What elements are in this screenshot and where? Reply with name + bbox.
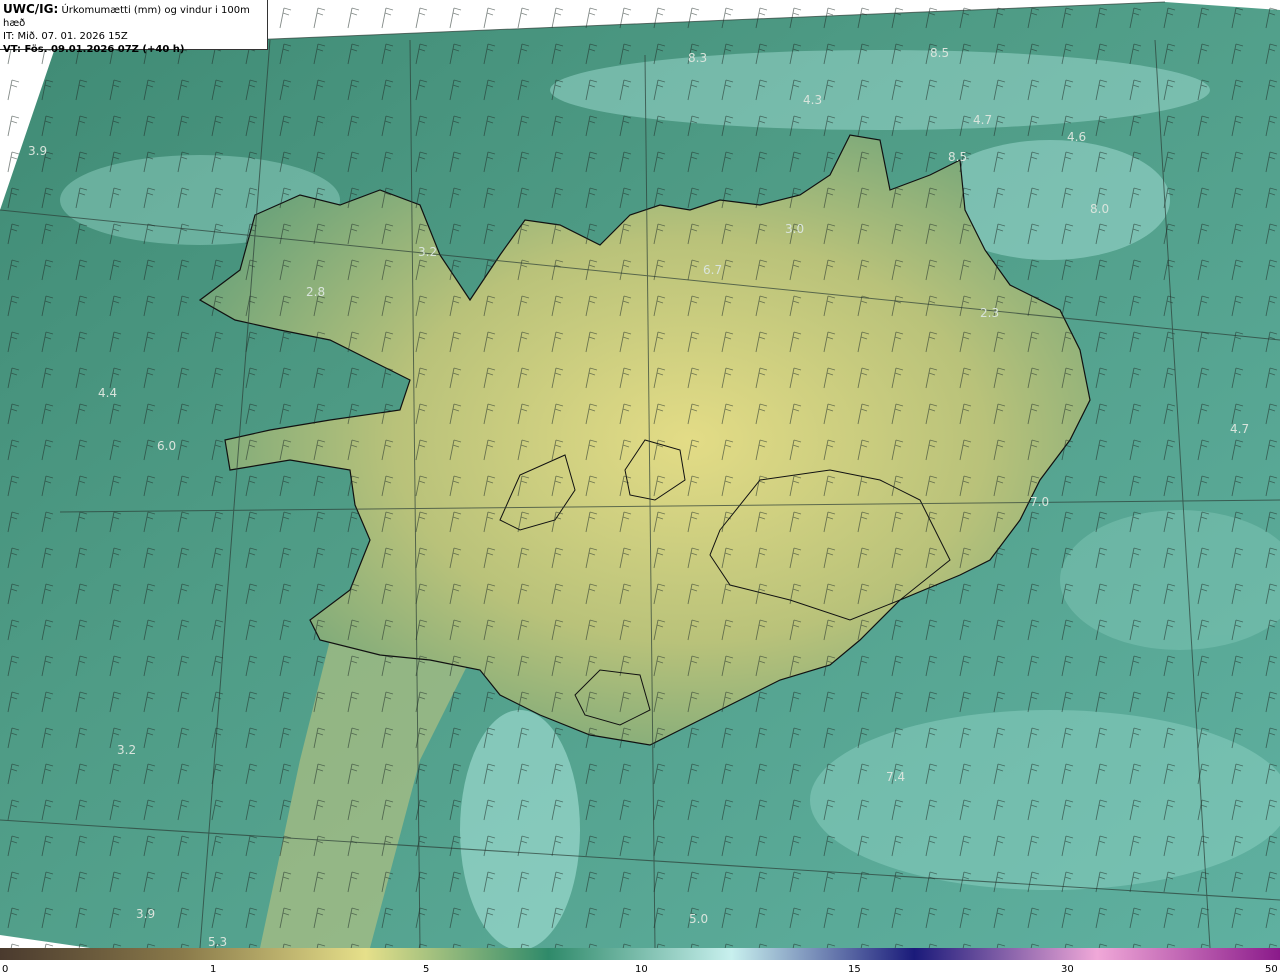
- map-value-label: 7.4: [886, 770, 905, 784]
- map-value-label: 7.0: [1030, 495, 1049, 509]
- map-value-label: 5.0: [689, 912, 708, 926]
- map-value-label: 5.3: [208, 935, 227, 948]
- map-value-label: 4.6: [1067, 130, 1086, 144]
- map-value-label: 4.7: [1230, 422, 1249, 436]
- map-value-label: 8.0: [1090, 202, 1109, 216]
- colorbar-tick-label: 5: [423, 964, 430, 975]
- map-value-label: 3.2: [117, 743, 136, 757]
- map-header: UWC/IG: Úrkomumætti (mm) og vindur i 100…: [0, 0, 268, 55]
- map-value-label: 4.3: [803, 93, 822, 107]
- colorbar-tick-label: 0: [2, 964, 9, 975]
- map-value-label: 8.3: [688, 51, 707, 65]
- map-value-label: 4.7: [973, 113, 992, 127]
- map-value-label: 3.2: [418, 245, 437, 259]
- colorbar-tick-label: 10: [635, 964, 648, 975]
- map-value-label: 6.0: [157, 439, 176, 453]
- map-value-label: 3.9: [136, 907, 155, 921]
- map-value-label: 3.0: [785, 222, 804, 236]
- weather-map: 8.3 4.3 8.5 4.7 4.6 3.9 8.5 8.0 3.2 3.0 6.7 2.8 2.3 4…: [0, 0, 1280, 948]
- colorbar-tick-label: 50: [1265, 964, 1278, 975]
- map-value-label: 2.8: [306, 285, 325, 299]
- colorbar-tick-label: 30: [1061, 964, 1074, 975]
- colorbar-ticks: 0 1 5 10 15 30 50: [0, 960, 1280, 978]
- colorbar-tick-label: 1: [210, 964, 217, 975]
- valid-time: VT: Fös. 09.01.2026 07Z (+40 h): [3, 44, 185, 55]
- map-value-label: 8.5: [948, 150, 967, 164]
- map-value-label: 6.7: [703, 263, 722, 277]
- map-value-label: 3.9: [28, 144, 47, 158]
- issue-time: IT: Mið. 07. 01. 2026 15Z: [3, 31, 128, 42]
- colorbar: [0, 948, 1280, 960]
- product-name: UWC/IG:: [3, 2, 59, 16]
- map-value-label: 2.3: [980, 306, 999, 320]
- map-value-label: 8.5: [930, 46, 949, 60]
- colorbar-tick-label: 15: [848, 964, 861, 975]
- wind-barbs: [0, 0, 1280, 948]
- map-value-label: 4.4: [98, 386, 117, 400]
